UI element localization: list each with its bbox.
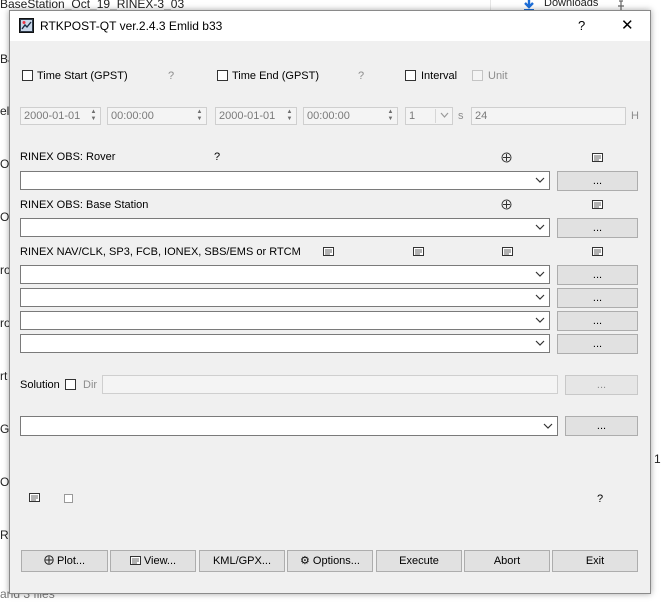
solution-dir-browse-button[interactable]: ... (565, 375, 638, 395)
execute-button[interactable]: Execute (376, 550, 462, 572)
view-file-icon[interactable] (502, 247, 513, 256)
chevron-down-icon (535, 177, 545, 183)
interval-unit-label: s (458, 110, 464, 122)
spinner-arrows-icon[interactable]: ▲ ▼ (385, 109, 396, 123)
start-date-value: 2000-01-01 (24, 110, 81, 122)
rtkpost-dialog: RTKPOST-QT ver.2.4.3 Emlid b33 ? ✕ Time … (9, 10, 651, 594)
close-button[interactable]: ✕ (621, 16, 634, 34)
help-button[interactable]: ? (578, 18, 585, 33)
background-fragment: rt (0, 369, 8, 383)
time-end-help-icon[interactable]: ? (358, 70, 364, 82)
spinner-arrows-icon[interactable]: ▲ ▼ (88, 109, 99, 123)
chevron-down-icon (543, 423, 553, 429)
map-icon[interactable] (501, 199, 512, 210)
view-file-icon (129, 556, 141, 565)
chevron-down-icon (535, 271, 545, 277)
status-indicator-icon (64, 494, 73, 503)
view-file-icon[interactable] (29, 493, 40, 502)
view-file-icon[interactable] (413, 247, 424, 256)
app-icon (19, 18, 34, 33)
start-time-field[interactable]: 00:00:00 ▲ ▼ (107, 107, 207, 125)
rover-file-combo[interactable] (20, 171, 550, 190)
end-time-value: 00:00:00 (307, 110, 350, 122)
unit-value: 24 (475, 110, 488, 122)
pin-icon[interactable] (616, 0, 626, 10)
spinner-arrows-icon[interactable]: ▲ ▼ (194, 109, 205, 123)
rover-browse-button[interactable]: ... (557, 171, 638, 191)
interval-checkbox[interactable] (405, 70, 416, 81)
solution-dir-label: Dir (83, 379, 98, 391)
title-bar[interactable]: RTKPOST-QT ver.2.4.3 Emlid b33 ? ✕ (10, 11, 650, 41)
nav-file-combo-2[interactable] (20, 288, 550, 307)
background-fragment: 1 (654, 452, 661, 466)
time-start-checkbox[interactable] (22, 70, 33, 81)
base-file-combo[interactable] (20, 218, 550, 237)
exit-button[interactable]: Exit (552, 550, 638, 572)
output-file-combo[interactable] (20, 416, 558, 436)
plot-button[interactable]: Plot... (21, 550, 108, 572)
background-downloads[interactable]: Downloads (544, 0, 598, 9)
nav-file-combo-4[interactable] (20, 334, 550, 353)
plot-button-label: Plot... (56, 555, 86, 567)
background-fragment: O (0, 210, 10, 224)
time-start-help-icon[interactable]: ? (168, 70, 174, 82)
chevron-down-icon (440, 112, 449, 118)
nav-browse-button-3[interactable]: ... (557, 311, 638, 331)
base-browse-button[interactable]: ... (557, 218, 638, 238)
window-title: RTKPOST-QT ver.2.4.3 Emlid b33 (40, 19, 223, 33)
unit-checkbox[interactable] (472, 70, 483, 81)
nav-browse-button-2[interactable]: ... (557, 288, 638, 308)
unit-label: Unit (488, 70, 508, 82)
background-fragment: O (0, 475, 10, 489)
chevron-down-icon (535, 317, 545, 323)
end-date-field[interactable]: 2000-01-01 ▲ ▼ (215, 107, 297, 125)
end-time-field[interactable]: 00:00:00 ▲ ▼ (303, 107, 398, 125)
solution-dir-checkbox[interactable] (65, 379, 76, 390)
nav-browse-button-4[interactable]: ... (557, 334, 638, 354)
options-button[interactable]: ⚙ Options... (287, 550, 373, 572)
start-date-field[interactable]: 2000-01-01 ▲ ▼ (20, 107, 101, 125)
interval-value: 1 (409, 110, 416, 122)
end-date-value: 2000-01-01 (219, 110, 276, 122)
view-button[interactable]: View... (110, 550, 196, 572)
base-label: RINEX OBS: Base Station (20, 199, 149, 211)
kml-gpx-button[interactable]: KML/GPX... (199, 550, 285, 572)
chevron-down-icon (535, 224, 545, 230)
rover-label: RINEX OBS: Rover (20, 151, 116, 163)
spinner-arrows-icon[interactable]: ▲ ▼ (284, 109, 295, 123)
view-button-label: View... (143, 555, 177, 567)
gear-icon: ⚙ (300, 555, 310, 567)
background-fragment: O (0, 157, 10, 171)
view-file-icon[interactable] (323, 247, 334, 256)
unit-field[interactable]: 24 (471, 107, 626, 125)
view-file-icon[interactable] (592, 200, 603, 209)
time-start-label: Time Start (GPST) (37, 70, 128, 82)
solution-dir-field[interactable] (102, 375, 558, 394)
nav-label: RINEX NAV/CLK, SP3, FCB, IONEX, SBS/EMS … (20, 246, 301, 258)
map-icon[interactable] (501, 152, 512, 163)
abort-button[interactable]: Abort (464, 550, 550, 572)
nav-file-combo-3[interactable] (20, 311, 550, 330)
view-file-icon[interactable] (592, 153, 603, 162)
nav-file-combo-1[interactable] (20, 265, 550, 284)
output-browse-button[interactable]: ... (565, 416, 638, 436)
solution-label: Solution (20, 379, 60, 391)
chevron-down-icon (535, 294, 545, 300)
status-help-icon[interactable]: ? (597, 493, 603, 505)
rover-help-icon[interactable]: ? (214, 151, 220, 163)
target-icon (44, 555, 54, 565)
view-file-icon[interactable] (592, 247, 603, 256)
interval-select[interactable]: 1 (405, 107, 453, 125)
nav-browse-button-1[interactable]: ... (557, 265, 638, 285)
start-time-value: 00:00:00 (111, 110, 154, 122)
time-end-label: Time End (GPST) (232, 70, 319, 82)
time-end-checkbox[interactable] (217, 70, 228, 81)
options-button-label: Options... (312, 555, 360, 567)
background-fragment: el (0, 104, 10, 118)
unit-suffix-label: H (631, 110, 639, 122)
chevron-down-icon (535, 340, 545, 346)
interval-label: Interval (421, 70, 458, 82)
